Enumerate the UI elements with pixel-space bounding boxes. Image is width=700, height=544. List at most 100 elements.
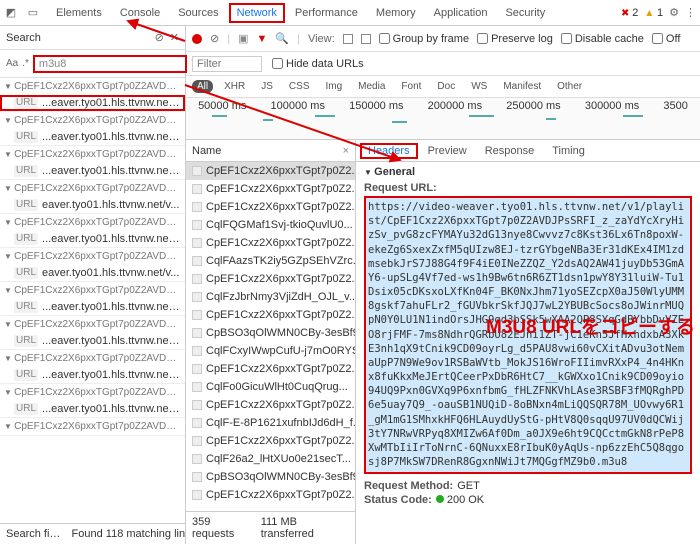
request-item[interactable]: CqlFAazsTK2iy5GZpSEhVZrc... — [186, 252, 355, 270]
warning-badge[interactable]: ▲ 1 — [644, 7, 663, 19]
tab-console[interactable]: Console — [112, 3, 168, 23]
request-list[interactable]: CpEF1Cxz2X6pxxTGpt7p0Z2...CpEF1Cxz2X6pxx… — [186, 162, 355, 511]
camera-icon[interactable]: ▣ — [238, 32, 248, 45]
type-other[interactable]: Other — [552, 80, 587, 93]
request-item[interactable]: CpBSO3qOlWMN0CBy-3esBf9... — [186, 324, 355, 342]
tab-performance[interactable]: Performance — [287, 3, 366, 23]
search-group-header[interactable]: CpEF1Cxz2X6pxxTGpt7p0Z2AVDJP... — [0, 350, 185, 367]
tab-preview[interactable]: Preview — [420, 143, 475, 159]
request-item[interactable]: CqlFQGMaf1Svj-tkioQuvlU0... — [186, 216, 355, 234]
type-img[interactable]: Img — [320, 80, 347, 93]
tab-response[interactable]: Response — [477, 143, 543, 159]
search-result-line[interactable]: URL...eaver.tyo01.hls.ttvnw.net/v... — [0, 367, 185, 383]
devtools-toolbar: ◩ ▭ Elements Console Sources Network Per… — [0, 0, 700, 26]
tab-elements[interactable]: Elements — [48, 3, 110, 23]
request-list-panel: Name × CpEF1Cxz2X6pxxTGpt7p0Z2...CpEF1Cx… — [186, 140, 356, 544]
request-item[interactable]: CqlFo0GicuWlHt0CuqQrug... — [186, 378, 355, 396]
type-all[interactable]: All — [192, 80, 213, 93]
type-media[interactable]: Media — [353, 80, 390, 93]
offline[interactable]: Off — [652, 33, 680, 45]
request-url-value[interactable]: https://video-weaver.tyo01.hls.ttvnw.net… — [364, 196, 692, 474]
request-item[interactable]: CpEF1Cxz2X6pxxTGpt7p0Z2... — [186, 180, 355, 198]
search-group-header[interactable]: CpEF1Cxz2X6pxxTGpt7p0Z2AVDJP... — [0, 384, 185, 401]
request-item[interactable]: CqlF26a2_lHtXUo0e21secT... — [186, 450, 355, 468]
search-group-header[interactable]: CpEF1Cxz2X6pxxTGpt7p0Z2AVDJP... — [0, 112, 185, 129]
network-toolbar: ⊘ | ▣ ▼ 🔍 | View: Group by frame Preserv… — [186, 26, 700, 52]
tab-application[interactable]: Application — [426, 3, 496, 23]
search-group-header[interactable]: CpEF1Cxz2X6pxxTGpt7p0Z2AVDJP... — [0, 282, 185, 299]
search-result-line[interactable]: URL...eaver.tyo01.hls.ttvnw.net/v... — [0, 401, 185, 417]
device-icon[interactable]: ▭ — [26, 6, 40, 20]
request-item[interactable]: CpEF1Cxz2X6pxxTGpt7p0Z2... — [186, 162, 355, 180]
preserve-log[interactable]: Preserve log — [477, 33, 553, 45]
group-by-frame[interactable]: Group by frame — [379, 33, 469, 45]
disable-cache[interactable]: Disable cache — [561, 33, 644, 45]
search-group-header[interactable]: CpEF1Cxz2X6pxxTGpt7p0Z2AVDJP... — [0, 180, 185, 197]
request-item[interactable]: CpEF1Cxz2X6pxxTGpt7p0Z2... — [186, 432, 355, 450]
search-footer-left: Search fi… — [6, 528, 60, 540]
tab-memory[interactable]: Memory — [368, 3, 424, 23]
type-xhr[interactable]: XHR — [219, 80, 250, 93]
view-large-icon[interactable] — [343, 34, 353, 44]
request-item[interactable]: CpEF1Cxz2X6pxxTGpt7p0Z2... — [186, 198, 355, 216]
inspect-icon[interactable]: ◩ — [4, 6, 18, 20]
match-case[interactable]: Aa — [6, 58, 18, 69]
view-small-icon[interactable] — [361, 34, 371, 44]
timeline[interactable]: 50000 ms100000 ms150000 ms200000 ms25000… — [186, 98, 700, 140]
request-item[interactable]: CpEF1Cxz2X6pxxTGpt7p0Z2... — [186, 306, 355, 324]
record-icon[interactable] — [192, 34, 202, 44]
request-item[interactable]: CpEF1Cxz2X6pxxTGpt7p0Z2... — [186, 486, 355, 504]
request-item[interactable]: CpEF1Cxz2X6pxxTGpt7p0Z2... — [186, 234, 355, 252]
search-group-header[interactable]: CpEF1Cxz2X6pxxTGpt7p0Z2AVDJP... — [0, 316, 185, 333]
type-doc[interactable]: Doc — [432, 80, 460, 93]
close-search-icon[interactable]: ✕ — [170, 31, 179, 44]
error-badge[interactable]: ✖ 2 — [621, 7, 638, 19]
type-manifest[interactable]: Manifest — [498, 80, 546, 93]
request-item[interactable]: CqlF-E-8P1621xufnbIJd6dH_f... — [186, 414, 355, 432]
settings-icon[interactable]: ⚙ — [669, 6, 679, 19]
tab-headers[interactable]: Headers — [360, 143, 418, 159]
search-result-line[interactable]: URL...eaver.tyo01.hls.ttvnw.net/v... — [0, 231, 185, 247]
search-group-header[interactable]: CpEF1Cxz2X6pxxTGpt7p0Z2AVDJP... — [0, 418, 185, 435]
search-result-line[interactable]: URL...eaver.tyo01.hls.ttvnw.net/v... — [0, 163, 185, 179]
search-group-header[interactable]: CpEF1Cxz2X6pxxTGpt7p0Z2AVDJP... — [0, 248, 185, 265]
transfer-size: 111 MB transferred — [261, 516, 349, 540]
type-ws[interactable]: WS — [466, 80, 492, 93]
type-font[interactable]: Font — [396, 80, 426, 93]
hide-data-urls[interactable]: Hide data URLs — [272, 58, 364, 70]
close-column-icon[interactable]: × — [343, 145, 349, 157]
search-group-header[interactable]: CpEF1Cxz2X6pxxTGpt7p0Z2AVDJP... — [0, 214, 185, 231]
search-icon[interactable]: 🔍 — [275, 32, 289, 45]
search-panel: Search ⊘ ✕ Aa .* ↻ ⊘ CpEF1Cxz2X6pxxTGpt7… — [0, 26, 186, 544]
search-results[interactable]: CpEF1Cxz2X6pxxTGpt7p0Z2AVDJP...URL...eav… — [0, 78, 185, 523]
clear-icon[interactable]: ⊘ — [155, 31, 164, 44]
type-js[interactable]: JS — [256, 80, 278, 93]
search-result-line[interactable]: URL...eaver.tyo01.hls.ttvnw.net/v... — [0, 95, 185, 111]
type-css[interactable]: CSS — [284, 80, 315, 93]
search-group-header[interactable]: CpEF1Cxz2X6pxxTGpt7p0Z2AVDJP... — [0, 78, 185, 95]
search-input[interactable] — [33, 55, 187, 73]
search-group-header[interactable]: CpEF1Cxz2X6pxxTGpt7p0Z2AVDJP... — [0, 146, 185, 163]
filter-input[interactable] — [192, 56, 262, 72]
general-section[interactable]: General — [364, 166, 692, 178]
clear-icon[interactable]: ⊘ — [210, 32, 219, 45]
search-result-line[interactable]: URL...eaver.tyo01.hls.ttvnw.net/v... — [0, 333, 185, 349]
request-item[interactable]: CpEF1Cxz2X6pxxTGpt7p0Z2... — [186, 396, 355, 414]
search-result-line[interactable]: URL...eaver.tyo01.hls.ttvnw.net/v... — [0, 299, 185, 315]
request-item[interactable]: CpEF1Cxz2X6pxxTGpt7p0Z2... — [186, 270, 355, 288]
request-item[interactable]: CqlFzJbrNmy3VjiZdH_OJL_v... — [186, 288, 355, 306]
request-item[interactable]: CpEF1Cxz2X6pxxTGpt7p0Z2... — [186, 360, 355, 378]
name-header[interactable]: Name — [192, 145, 221, 157]
request-item[interactable]: CpBSO3qOlWMN0CBy-3esBf9... — [186, 468, 355, 486]
request-item[interactable]: CqlFCxyIWwpCufU-j7mO0RYS... — [186, 342, 355, 360]
tab-network[interactable]: Network — [229, 3, 285, 23]
tab-security[interactable]: Security — [497, 3, 553, 23]
more-icon[interactable]: ⋮ — [685, 6, 696, 19]
search-result-line[interactable]: URLeaver.tyo01.hls.ttvnw.net/v... — [0, 265, 185, 281]
tab-timing[interactable]: Timing — [544, 143, 593, 159]
filter-icon[interactable]: ▼ — [256, 33, 267, 45]
regex-toggle[interactable]: .* — [22, 58, 29, 69]
search-result-line[interactable]: URL...eaver.tyo01.hls.ttvnw.net/v... — [0, 129, 185, 145]
search-result-line[interactable]: URLeaver.tyo01.hls.ttvnw.net/v... — [0, 197, 185, 213]
tab-sources[interactable]: Sources — [170, 3, 226, 23]
